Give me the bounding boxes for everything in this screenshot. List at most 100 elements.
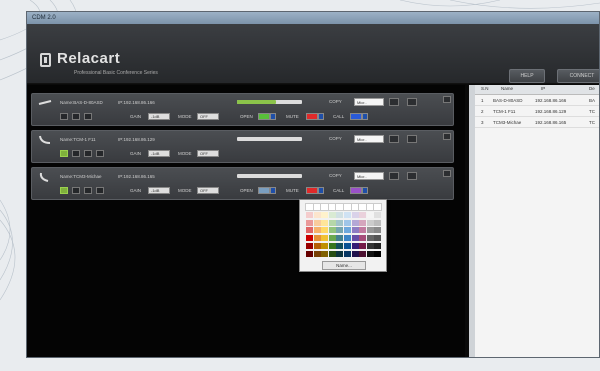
palette-color-cell[interactable] bbox=[351, 211, 359, 218]
palette-color-cell[interactable] bbox=[359, 211, 367, 218]
palette-color-cell[interactable] bbox=[366, 211, 374, 218]
palette-color-cell[interactable] bbox=[313, 219, 321, 226]
palette-color-cell[interactable] bbox=[336, 211, 344, 218]
palette-color-cell[interactable] bbox=[321, 219, 329, 226]
ctrl-button-3[interactable] bbox=[84, 187, 92, 194]
ctrl-button-4[interactable] bbox=[96, 150, 104, 157]
mute-color-swatch[interactable] bbox=[306, 187, 318, 194]
palette-color-cell[interactable] bbox=[373, 203, 383, 211]
palette-color-cell[interactable] bbox=[351, 227, 359, 234]
table-row[interactable]: 3 TCM3-Michae 192.168.86.165 TC bbox=[471, 117, 599, 128]
palette-color-cell[interactable] bbox=[366, 235, 374, 242]
table-row[interactable]: 1 BAS-D-80ASD 192.168.86.166 BA bbox=[471, 95, 599, 106]
mode-select[interactable]: OFF bbox=[197, 187, 219, 194]
gain-select[interactable]: -1dB bbox=[148, 187, 170, 194]
palette-color-cell[interactable] bbox=[358, 203, 368, 211]
copy-action-button[interactable] bbox=[389, 135, 399, 143]
ctrl-button-1[interactable] bbox=[60, 113, 68, 120]
palette-color-cell[interactable] bbox=[321, 243, 329, 249]
palette-color-cell[interactable] bbox=[328, 227, 336, 234]
mode-select[interactable]: OFF bbox=[197, 150, 219, 157]
palette-color-cell[interactable] bbox=[344, 219, 351, 226]
ctrl-button-1[interactable] bbox=[60, 150, 68, 157]
palette-color-cell[interactable] bbox=[351, 219, 359, 226]
palette-color-cell[interactable] bbox=[336, 235, 344, 242]
apply-button[interactable] bbox=[407, 98, 417, 106]
copy-action-button[interactable] bbox=[389, 98, 399, 106]
mute-color-dropdown[interactable] bbox=[318, 187, 324, 194]
palette-color-cell[interactable] bbox=[344, 211, 351, 218]
gain-select[interactable]: -1dB bbox=[148, 150, 170, 157]
palette-color-cell[interactable] bbox=[374, 211, 382, 218]
call-color-dropdown[interactable] bbox=[362, 113, 368, 120]
grid-scrollbar[interactable] bbox=[469, 85, 475, 357]
mute-color-swatch[interactable] bbox=[306, 113, 318, 120]
palette-color-cell[interactable] bbox=[336, 227, 344, 234]
palette-color-cell[interactable] bbox=[313, 211, 321, 218]
palette-color-cell[interactable] bbox=[306, 243, 313, 249]
palette-color-cell[interactable] bbox=[328, 243, 336, 249]
more-colors-button[interactable]: Name... bbox=[322, 261, 366, 270]
palette-color-cell[interactable] bbox=[344, 243, 351, 249]
call-color-swatch[interactable] bbox=[350, 187, 362, 194]
table-row[interactable]: 2 TCM-1 F11 192.168.86.129 TC bbox=[471, 106, 599, 117]
palette-color-cell[interactable] bbox=[312, 203, 322, 211]
palette-color-cell[interactable] bbox=[359, 235, 367, 242]
row-close-button[interactable] bbox=[443, 170, 451, 177]
copy-field[interactable]: Micr.. bbox=[354, 98, 384, 106]
palette-color-cell[interactable] bbox=[359, 227, 367, 234]
palette-color-cell[interactable] bbox=[328, 235, 336, 242]
copy-field[interactable]: Micr.. bbox=[354, 135, 384, 143]
palette-color-cell[interactable] bbox=[344, 227, 351, 234]
palette-color-cell[interactable] bbox=[374, 243, 382, 249]
palette-color-cell[interactable] bbox=[313, 235, 321, 242]
connect-button[interactable]: CONNECT bbox=[557, 69, 599, 83]
open-color-dropdown[interactable] bbox=[270, 113, 276, 120]
palette-color-cell[interactable] bbox=[313, 227, 321, 234]
ctrl-button-2[interactable] bbox=[72, 150, 80, 157]
palette-color-cell[interactable] bbox=[359, 243, 367, 249]
ctrl-button-4[interactable] bbox=[96, 187, 104, 194]
gain-select[interactable]: -1dB bbox=[148, 113, 170, 120]
mode-select[interactable]: OFF bbox=[197, 113, 219, 120]
call-color-swatch[interactable] bbox=[350, 113, 362, 120]
palette-color-cell[interactable] bbox=[320, 203, 330, 211]
mute-color-dropdown[interactable] bbox=[318, 113, 324, 120]
palette-color-cell[interactable] bbox=[351, 250, 359, 257]
palette-color-cell[interactable] bbox=[335, 203, 345, 211]
palette-color-cell[interactable] bbox=[306, 211, 313, 218]
palette-color-cell[interactable] bbox=[366, 250, 374, 257]
palette-color-cell[interactable] bbox=[366, 243, 374, 249]
palette-color-cell[interactable] bbox=[351, 235, 359, 242]
palette-color-cell[interactable] bbox=[336, 250, 344, 257]
palette-color-cell[interactable] bbox=[351, 243, 359, 249]
palette-color-cell[interactable] bbox=[344, 250, 351, 257]
palette-color-cell[interactable] bbox=[344, 235, 351, 242]
palette-color-cell[interactable] bbox=[321, 250, 329, 257]
palette-color-cell[interactable] bbox=[306, 235, 313, 242]
ctrl-button-1[interactable] bbox=[60, 187, 68, 194]
ctrl-button-2[interactable] bbox=[72, 187, 80, 194]
open-color-swatch[interactable] bbox=[258, 113, 270, 120]
palette-color-cell[interactable] bbox=[366, 227, 374, 234]
palette-color-cell[interactable] bbox=[327, 203, 337, 211]
row-close-button[interactable] bbox=[443, 96, 451, 103]
palette-color-cell[interactable] bbox=[336, 219, 344, 226]
apply-button[interactable] bbox=[407, 135, 417, 143]
palette-color-cell[interactable] bbox=[350, 203, 360, 211]
palette-color-cell[interactable] bbox=[359, 250, 367, 257]
palette-color-cell[interactable] bbox=[365, 203, 375, 211]
palette-color-cell[interactable] bbox=[321, 227, 329, 234]
palette-color-cell[interactable] bbox=[305, 203, 314, 211]
copy-action-button[interactable] bbox=[389, 172, 399, 180]
copy-field[interactable]: Micr.. bbox=[354, 172, 384, 180]
ctrl-button-3[interactable] bbox=[84, 150, 92, 157]
palette-color-cell[interactable] bbox=[321, 211, 329, 218]
palette-color-cell[interactable] bbox=[313, 250, 321, 257]
palette-color-cell[interactable] bbox=[328, 211, 336, 218]
palette-color-cell[interactable] bbox=[336, 243, 344, 249]
palette-color-cell[interactable] bbox=[374, 219, 382, 226]
help-button[interactable]: HELP bbox=[509, 69, 545, 83]
palette-color-cell[interactable] bbox=[313, 243, 321, 249]
open-color-dropdown[interactable] bbox=[270, 187, 276, 194]
